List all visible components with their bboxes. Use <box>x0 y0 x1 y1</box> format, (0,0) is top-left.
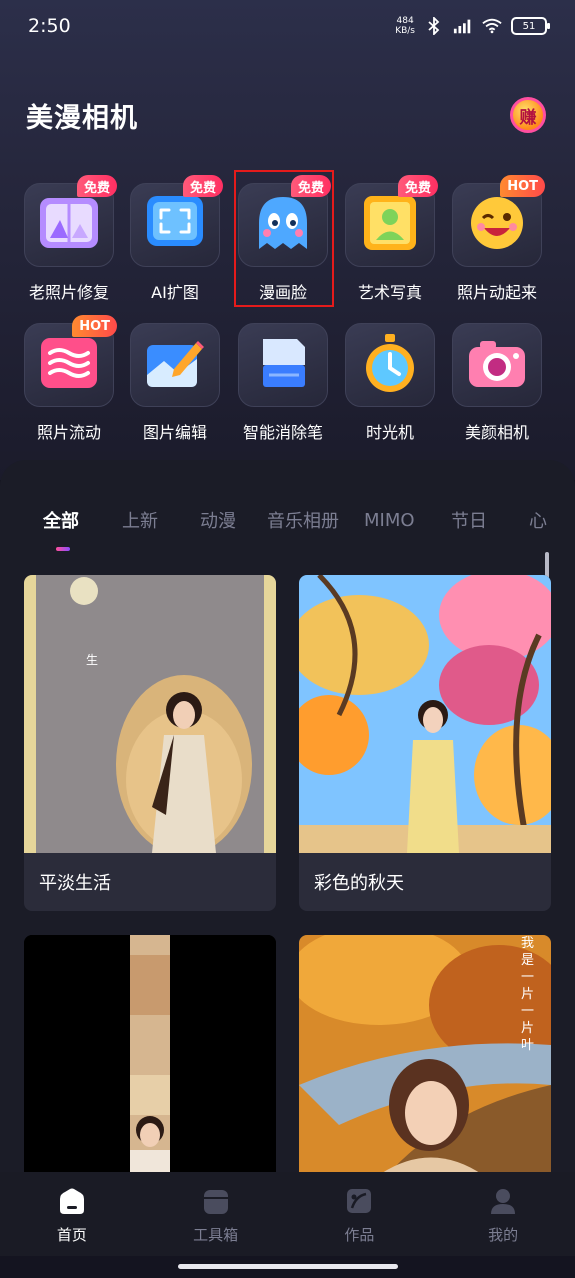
template-card[interactable]: 彩色的秋天 <box>299 575 551 911</box>
free-tag: 免费 <box>397 175 438 197</box>
tool-label: 艺术写真 <box>357 283 422 302</box>
free-tag: 免费 <box>290 175 331 197</box>
card-title: 彩色的秋天 <box>314 873 404 894</box>
app-title: 美漫相机 <box>26 102 138 134</box>
tool-tile <box>345 323 435 407</box>
network-speed-unit: KB/s <box>395 26 415 36</box>
expand-icon <box>145 194 205 256</box>
waves-icon <box>38 335 100 395</box>
tab-festival[interactable]: 节日 <box>451 507 487 533</box>
tool-tile: HOT <box>24 315 117 407</box>
tool-smart-eraser[interactable]: 智能消除笔 <box>230 308 336 443</box>
network-speed: 484 KB/s <box>395 16 415 36</box>
category-tabs: 全部 上新 动漫 音乐相册 MIMO 节日 心 <box>0 500 575 540</box>
tab-all[interactable]: 全部 <box>43 507 79 533</box>
active-tab-indicator <box>56 547 70 551</box>
hot-tag: HOT <box>500 175 545 197</box>
card-overlay-text: 我是一片一片叶 <box>521 936 535 1053</box>
toolbox-icon <box>201 1186 231 1216</box>
tool-photo-flow[interactable]: HOT 照片流动 <box>16 308 122 443</box>
tool-label: AI扩图 <box>151 283 199 302</box>
home-indicator[interactable] <box>178 1264 398 1269</box>
nav-profile[interactable]: 我的 <box>431 1172 575 1256</box>
battery-icon: 51 <box>511 17 550 35</box>
tool-ai-expand[interactable]: 免费 AI扩图 <box>122 168 228 303</box>
old-photo-icon <box>38 196 100 254</box>
tab-new[interactable]: 上新 <box>122 507 158 533</box>
tool-tile <box>452 323 542 407</box>
status-icons: 484 KB/s 51 <box>395 16 550 36</box>
eraser-icon <box>257 335 309 395</box>
home-icon <box>57 1186 87 1216</box>
tool-tile: 免费 <box>24 175 117 267</box>
tab-mimo[interactable]: MIMO <box>364 510 415 531</box>
nav-label: 工具箱 <box>193 1226 239 1244</box>
camera-icon <box>466 337 528 393</box>
nav-label: 作品 <box>344 1226 375 1244</box>
network-speed-value: 484 <box>396 16 414 26</box>
tool-tile <box>130 323 220 407</box>
tool-tile: 免费 <box>130 175 223 267</box>
tool-tile <box>238 323 328 407</box>
app-header: 美漫相机 赚 <box>26 90 546 140</box>
tool-row-1: 免费 老照片修复 免费 AI扩图 免费 漫画脸 免费 艺术写真 HOT 照片动起… <box>0 168 575 303</box>
tool-label: 漫画脸 <box>258 283 307 302</box>
card-thumbnail: 生 <box>24 575 276 853</box>
tool-beauty-camera[interactable]: 美颜相机 <box>444 308 550 443</box>
tool-tile: 免费 <box>345 175 438 267</box>
card-overlay-text: 生 <box>86 653 99 667</box>
tool-label: 时光机 <box>365 423 414 442</box>
tool-comic-face[interactable]: 免费 漫画脸 <box>230 168 336 303</box>
tool-art-portrait[interactable]: 免费 艺术写真 <box>337 168 443 303</box>
tab-anime[interactable]: 动漫 <box>200 507 236 533</box>
tab-heart[interactable]: 心 <box>529 507 547 533</box>
tool-label: 图片编辑 <box>142 423 207 442</box>
bluetooth-icon <box>424 17 444 35</box>
free-tag: 免费 <box>76 175 117 197</box>
tool-image-edit[interactable]: 图片编辑 <box>122 308 228 443</box>
portrait-frame-icon <box>361 193 419 257</box>
tool-time-machine[interactable]: 时光机 <box>337 308 443 443</box>
pencil-edit-icon <box>144 335 206 395</box>
nav-works[interactable]: 作品 <box>288 1172 432 1256</box>
nav-home[interactable]: 首页 <box>0 1172 144 1256</box>
wink-face-icon <box>468 194 526 256</box>
profile-icon <box>488 1186 518 1216</box>
status-bar: 2:50 484 KB/s 51 <box>0 0 575 52</box>
ghost-icon <box>255 193 311 257</box>
nav-label: 首页 <box>56 1226 87 1244</box>
tool-label: 照片流动 <box>36 423 101 442</box>
tool-label: 智能消除笔 <box>242 423 323 442</box>
signal-icon <box>453 17 473 35</box>
bottom-navigation: 首页 工具箱 作品 我的 <box>0 1172 575 1256</box>
earn-label: 赚 <box>519 107 537 128</box>
tool-label: 老照片修复 <box>28 283 109 302</box>
wifi-icon <box>482 17 502 35</box>
template-card[interactable]: 生 平淡生活 <box>24 575 276 911</box>
status-time: 2:50 <box>28 15 71 37</box>
works-icon <box>344 1186 374 1216</box>
tool-animate-photo[interactable]: HOT 照片动起来 <box>444 168 550 303</box>
card-thumbnail <box>299 575 551 853</box>
card-title: 平淡生活 <box>39 873 111 894</box>
nav-label: 我的 <box>488 1226 519 1244</box>
earn-button[interactable]: 赚 <box>510 97 546 133</box>
nav-toolbox[interactable]: 工具箱 <box>144 1172 288 1256</box>
free-tag: 免费 <box>182 175 223 197</box>
tool-tile: 免费 <box>238 175 331 267</box>
tool-label: 照片动起来 <box>456 283 537 302</box>
tool-label: 美颜相机 <box>464 423 529 442</box>
stopwatch-icon <box>361 332 419 398</box>
tool-old-photo-repair[interactable]: 免费 老照片修复 <box>16 168 122 303</box>
tool-tile: HOT <box>452 175 545 267</box>
hot-tag: HOT <box>72 315 117 337</box>
tab-music-album[interactable]: 音乐相册 <box>267 507 339 533</box>
tool-row-2: HOT 照片流动 图片编辑 智能消除笔 时光机 美颜相机 <box>0 308 575 443</box>
